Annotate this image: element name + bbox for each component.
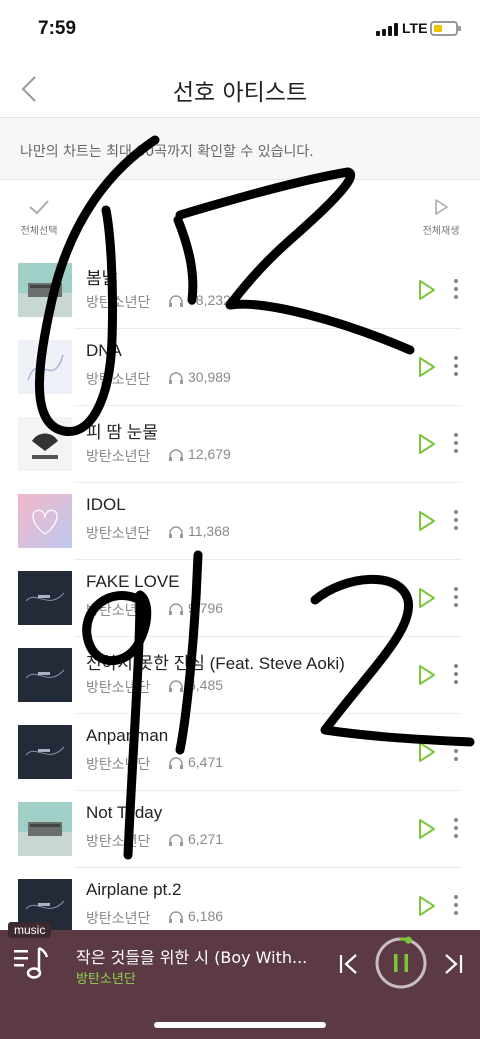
song-title: Not Today <box>86 803 163 822</box>
album-cover <box>18 417 72 471</box>
headphone-icon <box>169 911 183 923</box>
select-all-button[interactable]: 전체선택 <box>14 198 64 237</box>
headphone-icon <box>169 295 183 307</box>
network-label: LTE <box>402 20 428 36</box>
song-row[interactable]: DNA 방탄소년단 30,989 <box>0 329 480 406</box>
play-all-button[interactable]: 전체재생 <box>416 198 466 237</box>
song-row[interactable]: 전하지 못한 진심 (Feat. Steve Aoki) 방탄소년단 6,485 <box>0 637 480 714</box>
play-count: 6,471 <box>188 754 224 770</box>
song-title: 봄날 <box>86 269 118 288</box>
play-count: 6,271 <box>188 831 224 847</box>
play-count: 38,232 <box>188 292 231 308</box>
song-list: 봄날 방탄소년단 38,232 DNA 방탄소년단 30,989 피 땀 눈물 … <box>0 252 480 945</box>
song-row[interactable]: 봄날 방탄소년단 38,232 <box>0 252 480 329</box>
song-artist: 방탄소년단 <box>86 372 151 388</box>
song-artist: 방탄소년단 <box>86 603 151 619</box>
more-options-icon[interactable] <box>450 510 462 532</box>
more-options-icon[interactable] <box>450 818 462 840</box>
album-cover <box>18 340 72 394</box>
play-icon[interactable] <box>414 509 438 533</box>
song-row[interactable]: Anpanman 방탄소년단 6,471 <box>0 714 480 791</box>
more-options-icon[interactable] <box>450 433 462 455</box>
play-icon[interactable] <box>414 432 438 456</box>
play-count: 12,679 <box>188 446 231 462</box>
more-options-icon[interactable] <box>450 895 462 917</box>
more-options-icon[interactable] <box>450 587 462 609</box>
playlist-icon[interactable] <box>12 944 52 982</box>
play-icon[interactable] <box>414 817 438 841</box>
mini-player[interactable]: music 작은 것들을 위한 시 (Boy With... 방탄소년단 <box>0 922 480 1039</box>
play-icon[interactable] <box>414 278 438 302</box>
song-artist: 방탄소년단 <box>86 911 151 927</box>
more-options-icon[interactable] <box>450 356 462 378</box>
play-icon[interactable] <box>414 355 438 379</box>
album-cover <box>18 802 72 856</box>
song-row[interactable]: FAKE LOVE 방탄소년단 9,796 <box>0 560 480 637</box>
song-artist: 방탄소년단 <box>86 449 151 465</box>
song-artist: 방탄소년단 <box>86 295 151 311</box>
headphone-icon <box>169 834 183 846</box>
previous-track-icon[interactable] <box>338 952 360 976</box>
album-cover <box>18 494 72 548</box>
more-options-icon[interactable] <box>450 279 462 301</box>
signal-icon <box>376 23 400 36</box>
more-options-icon[interactable] <box>450 741 462 763</box>
song-title: Airplane pt.2 <box>86 880 182 899</box>
song-title: FAKE LOVE <box>86 572 180 591</box>
now-playing-title[interactable]: 작은 것들을 위한 시 (Boy With... <box>76 944 307 968</box>
headphone-icon <box>169 603 183 615</box>
play-count: 30,989 <box>188 369 231 385</box>
home-indicator <box>154 1022 326 1028</box>
headphone-icon <box>169 757 183 769</box>
now-playing-artist: 방탄소년단 <box>76 972 136 987</box>
album-cover <box>18 725 72 779</box>
headphone-icon <box>169 449 183 461</box>
notice-text: 나만의 차트는 최대 30곡까지 확인할 수 있습니다. <box>20 144 314 160</box>
song-title: Anpanman <box>86 726 169 745</box>
battery-icon <box>430 21 461 36</box>
album-cover <box>18 648 72 702</box>
play-count: 6,186 <box>188 908 224 924</box>
checkmark-icon <box>29 200 49 215</box>
play-icon <box>435 199 448 215</box>
toolbar: 전체선택 전체재생 <box>0 180 480 248</box>
play-icon[interactable] <box>414 663 438 687</box>
header: 선호 아티스트 <box>0 60 480 118</box>
play-icon[interactable] <box>414 586 438 610</box>
song-artist: 방탄소년단 <box>86 757 151 773</box>
song-artist: 방탄소년단 <box>86 834 151 850</box>
song-row[interactable]: 피 땀 눈물 방탄소년단 12,679 <box>0 406 480 483</box>
notice-banner: 나만의 차트는 최대 30곡까지 확인할 수 있습니다. <box>0 118 480 180</box>
more-options-icon[interactable] <box>450 664 462 686</box>
play-count: 11,368 <box>188 523 230 539</box>
song-row[interactable]: IDOL 방탄소년단 11,368 <box>0 483 480 560</box>
headphone-icon <box>169 372 183 384</box>
progress-dot <box>404 936 412 944</box>
status-bar: 7:59 LTE <box>0 0 480 60</box>
play-icon[interactable] <box>414 894 438 918</box>
page-title: 선호 아티스트 <box>172 80 308 106</box>
album-cover <box>18 263 72 317</box>
song-title: 전하지 못한 진심 (Feat. Steve Aoki) <box>86 654 345 673</box>
pause-button[interactable] <box>374 936 428 990</box>
status-time: 7:59 <box>38 18 77 39</box>
headphone-icon <box>169 680 183 692</box>
play-icon[interactable] <box>414 740 438 764</box>
music-tag: music <box>8 922 52 938</box>
song-artist: 방탄소년단 <box>86 526 151 542</box>
play-count: 9,796 <box>188 600 224 616</box>
play-all-label: 전체재생 <box>422 226 460 237</box>
song-title: DNA <box>86 341 122 360</box>
select-all-label: 전체선택 <box>20 226 58 237</box>
song-row[interactable]: Not Today 방탄소년단 6,271 <box>0 791 480 868</box>
next-track-icon[interactable] <box>442 952 464 976</box>
play-count: 6,485 <box>188 677 224 693</box>
headphone-icon <box>169 526 183 538</box>
song-title: 피 땀 눈물 <box>86 423 159 442</box>
song-title: IDOL <box>86 495 126 514</box>
song-artist: 방탄소년단 <box>86 680 151 696</box>
album-cover <box>18 571 72 625</box>
